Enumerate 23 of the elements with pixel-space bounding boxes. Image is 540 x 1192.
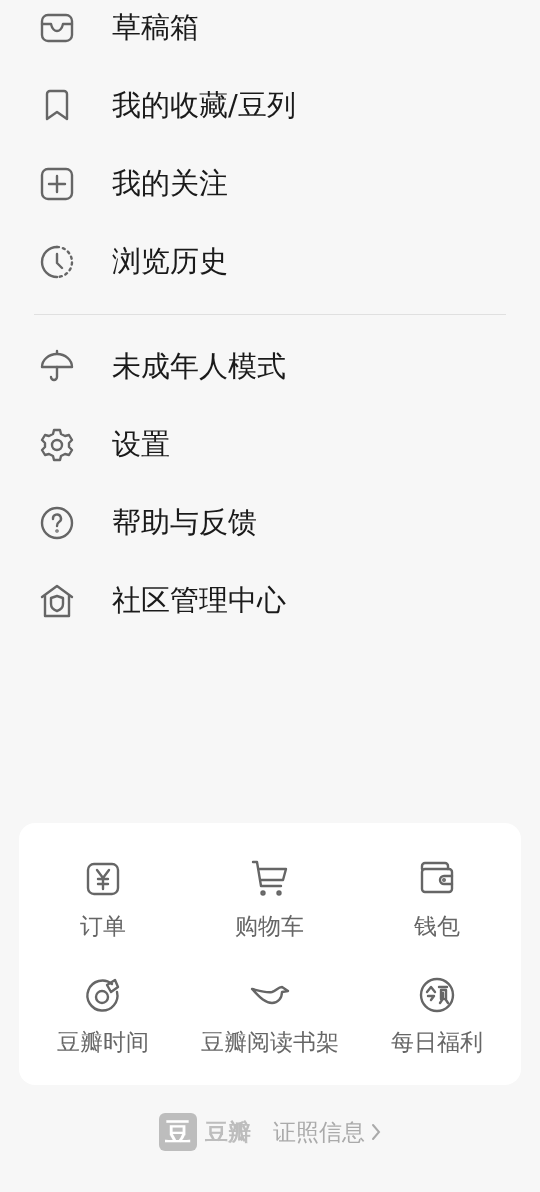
menu-item[interactable]: 我的收藏/豆列 xyxy=(112,84,296,128)
menu-item[interactable]: 设置 xyxy=(112,423,170,467)
logo-mark: 豆 xyxy=(159,1113,197,1151)
shortcut-label[interactable]: 豆瓣阅读书架 xyxy=(201,1025,339,1060)
menu-item[interactable]: 草稿箱 xyxy=(112,6,199,50)
shield-house-icon xyxy=(39,583,75,619)
menu-item[interactable]: 我的关注 xyxy=(112,162,228,206)
shortcut-label[interactable]: 每日福利 xyxy=(391,1025,484,1060)
clock-icon xyxy=(39,244,75,280)
menu-item[interactable]: 帮助与反馈 xyxy=(112,501,257,545)
menu-item[interactable]: 社区管理中心 xyxy=(112,579,286,623)
shortcut-label[interactable]: 购物车 xyxy=(235,909,305,944)
shortcut-label[interactable]: 豆瓣时间 xyxy=(56,1025,149,1060)
settings-icon xyxy=(39,427,75,463)
plus-square-icon xyxy=(39,166,75,202)
chevron-icon xyxy=(371,1123,381,1141)
cart-icon xyxy=(250,859,290,899)
menu-item[interactable]: 未成年人模式 xyxy=(112,345,286,389)
brand-name: 豆瓣 xyxy=(205,1117,251,1147)
menu-item[interactable]: 浏览历史 xyxy=(112,240,228,284)
help-icon xyxy=(39,505,75,541)
shortcut-label[interactable]: 钱包 xyxy=(414,909,461,944)
shortcut-label[interactable]: 订单 xyxy=(79,909,126,944)
